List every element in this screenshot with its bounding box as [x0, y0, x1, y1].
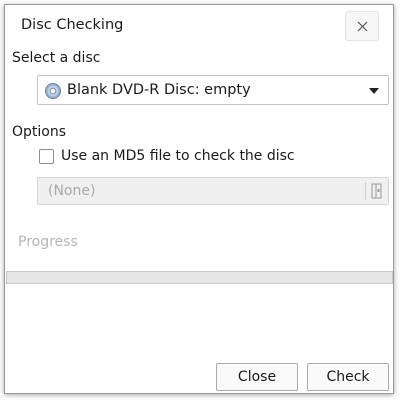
- check-button[interactable]: Check: [307, 363, 389, 391]
- disc-select-value: Blank DVD-R Disc: empty: [67, 82, 251, 98]
- close-button[interactable]: Close: [216, 363, 298, 391]
- md5-checkbox[interactable]: [39, 149, 54, 164]
- disc-icon: [45, 83, 61, 99]
- progress-label: Progress: [18, 234, 78, 250]
- field-separator: [365, 182, 366, 200]
- md5-file-chooser: (None): [37, 177, 389, 205]
- disc-select[interactable]: Blank DVD-R Disc: empty: [37, 75, 389, 105]
- chevron-down-icon[interactable]: [369, 88, 379, 94]
- window-close-button[interactable]: [345, 11, 379, 41]
- progress-bar: [6, 271, 393, 284]
- close-icon: [357, 21, 368, 32]
- md5-file-value: (None): [48, 183, 96, 199]
- window-title: Disc Checking: [21, 17, 124, 33]
- select-disc-label: Select a disc: [12, 50, 101, 66]
- file-browse-icon: [371, 183, 382, 199]
- disc-checking-dialog: Disc Checking Select a disc Blank DVD-R …: [4, 4, 394, 394]
- md5-checkbox-label[interactable]: Use an MD5 file to check the disc: [61, 148, 295, 164]
- options-label: Options: [12, 124, 67, 140]
